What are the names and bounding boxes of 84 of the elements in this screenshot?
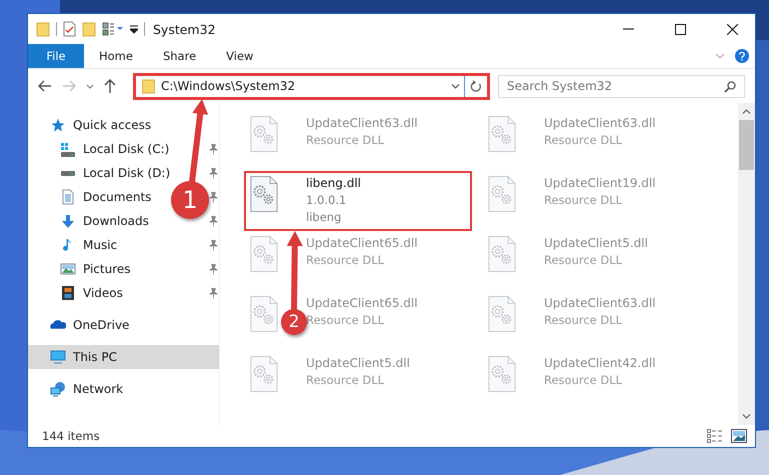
pin-icon[interactable]	[209, 143, 218, 155]
gears-file-icon	[250, 175, 278, 213]
help-button[interactable]	[735, 49, 749, 63]
ribbon-tab[interactable]: Home	[84, 44, 148, 68]
nav-item[interactable]: Network	[28, 377, 128, 401]
network-icon	[50, 381, 66, 397]
search-icon	[724, 80, 736, 92]
picture-icon	[60, 263, 76, 275]
nav-item[interactable]: Videos	[28, 281, 127, 305]
file-detail: 1.0.0.1	[306, 192, 348, 209]
nav-item[interactable]: Music	[28, 233, 122, 257]
window-title: System32	[153, 22, 216, 36]
customize-toolbar-icon[interactable]	[130, 24, 138, 34]
minimize-icon	[622, 28, 634, 30]
details-list-icon	[707, 429, 723, 443]
chevron-up-icon	[742, 109, 751, 114]
refresh-icon	[470, 80, 482, 92]
gears-file-icon	[250, 295, 278, 333]
chevron-down-icon	[742, 414, 751, 419]
pin-icon[interactable]	[209, 167, 218, 179]
file-detail: libeng	[306, 209, 342, 226]
gears-file-icon	[250, 115, 278, 153]
file-item[interactable]: libeng.dll 1.0.0.1 libeng	[244, 171, 472, 231]
address-bar[interactable]: C:\Windows\System32	[133, 72, 490, 100]
properties-icon[interactable]	[63, 21, 76, 37]
file-name: libeng.dll	[306, 175, 361, 192]
file-detail: Resource DLL	[306, 252, 386, 269]
nav-item[interactable]: Pictures	[28, 257, 135, 281]
scrollbar[interactable]	[738, 103, 755, 425]
ribbon-tab[interactable]: Share	[148, 44, 212, 68]
gears-file-icon	[488, 295, 516, 333]
gears-file-icon	[488, 175, 516, 213]
pin-icon[interactable]	[209, 215, 218, 227]
star-icon	[51, 118, 65, 132]
close-icon	[726, 24, 738, 34]
details-view-button[interactable]	[707, 429, 723, 443]
file-detail: Resource DLL	[306, 312, 386, 329]
drive-icon	[60, 142, 76, 156]
document-icon	[62, 189, 74, 205]
picture-thumbnail-icon	[731, 429, 747, 443]
gears-file-icon	[250, 355, 278, 393]
back-button[interactable]	[38, 80, 52, 92]
pin-icon[interactable]	[209, 263, 218, 275]
item-count: 144 items	[42, 429, 100, 443]
film-icon	[62, 286, 74, 300]
recent-locations-button[interactable]	[86, 84, 94, 88]
nav-item[interactable]: This PC	[28, 345, 219, 369]
pin-icon[interactable]	[209, 287, 218, 299]
chevron-down-icon	[451, 84, 460, 88]
file-menu-tab[interactable]: File	[28, 44, 84, 68]
file-detail: Resource DLL	[544, 252, 624, 269]
address-path: C:\Windows\System32	[161, 79, 296, 93]
view-dropdown-icon[interactable]	[102, 22, 124, 36]
file-detail: Resource DLL	[306, 372, 386, 389]
nav-item[interactable]: Local Disk (C:)	[28, 137, 174, 161]
cloud-icon	[50, 320, 66, 330]
music-note-icon	[63, 238, 73, 252]
search-field[interactable]: Search System32	[498, 74, 745, 98]
gears-file-icon	[488, 355, 516, 393]
gears-file-icon	[488, 115, 516, 153]
gears-file-icon	[488, 235, 516, 273]
file-detail: Resource DLL	[544, 372, 624, 389]
monitor-icon	[50, 350, 66, 364]
nav-item[interactable]: OneDrive	[28, 313, 134, 337]
large-icons-view-button[interactable]	[731, 429, 747, 443]
ribbon-tab[interactable]: View	[211, 44, 268, 68]
gears-file-icon	[250, 235, 278, 273]
pin-icon[interactable]	[209, 191, 218, 203]
expand-ribbon-icon[interactable]	[715, 53, 725, 59]
file-detail: Resource DLL	[544, 132, 624, 149]
drive-icon	[60, 170, 76, 176]
file-detail: Resource DLL	[306, 132, 386, 149]
folder-icon	[142, 78, 155, 94]
file-detail: Resource DLL	[544, 312, 624, 329]
nav-item[interactable]: Documents	[28, 185, 156, 209]
scroll-thumb[interactable]	[739, 120, 754, 170]
question-mark-icon	[739, 52, 745, 60]
nav-item[interactable]: Downloads	[28, 209, 153, 233]
up-button[interactable]	[104, 79, 116, 93]
file-detail: Resource DLL	[544, 192, 624, 209]
pin-icon[interactable]	[209, 239, 218, 251]
download-arrow-icon	[61, 214, 75, 228]
maximize-icon	[674, 24, 686, 34]
nav-item[interactable]: Quick access	[28, 113, 156, 137]
